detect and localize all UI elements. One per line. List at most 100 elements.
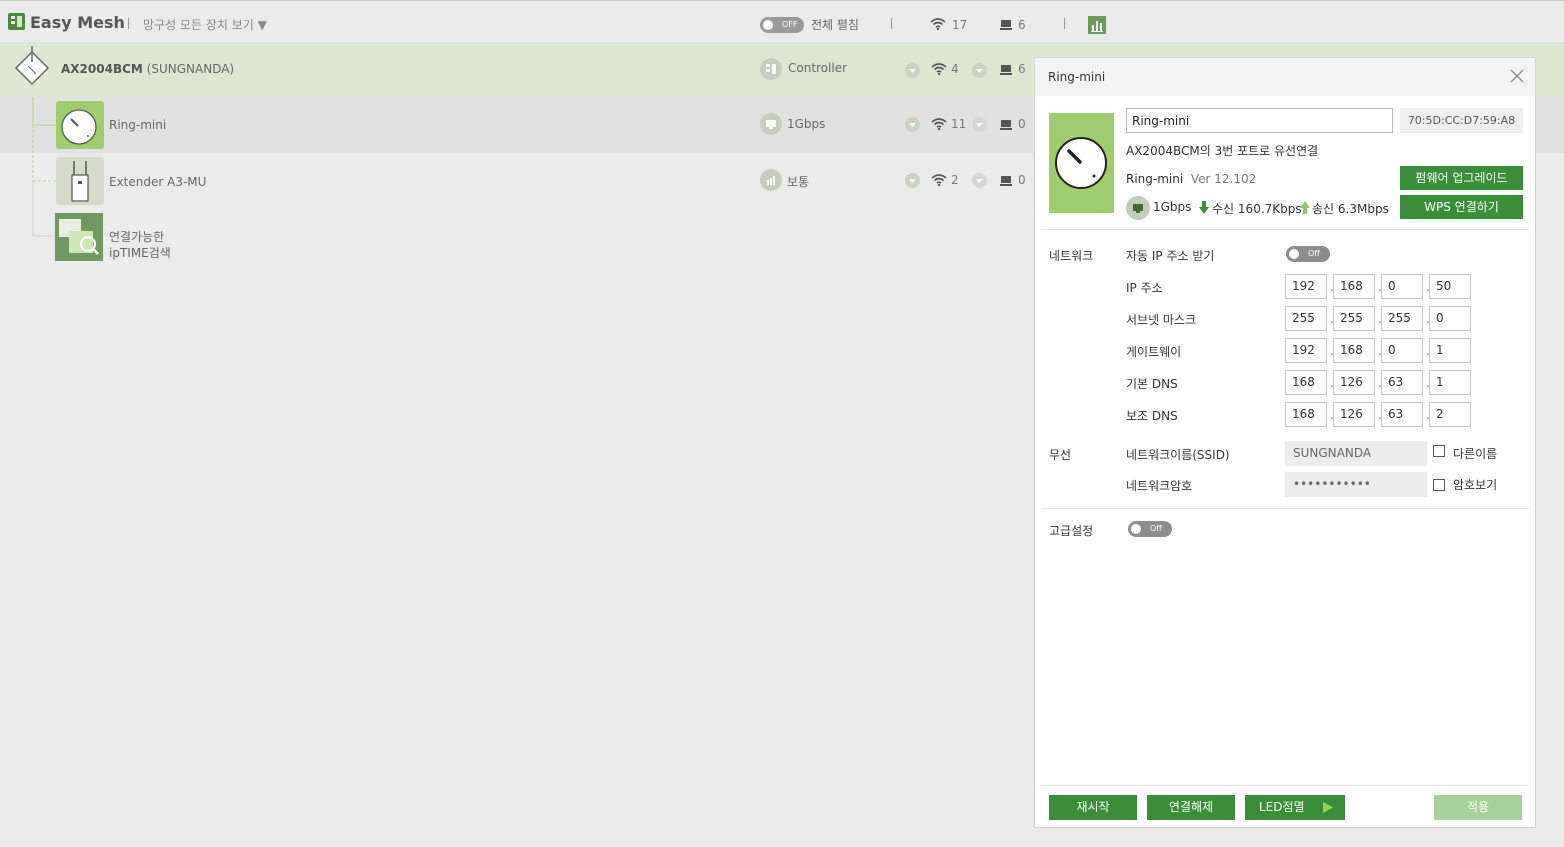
footer-divider xyxy=(1041,785,1529,786)
signal-strength-icon xyxy=(760,169,782,191)
secondary-dns-octet-3[interactable]: 63 xyxy=(1381,402,1423,427)
subnet-octet-4[interactable]: 0 xyxy=(1429,306,1471,331)
ip-address-label: IP 주소 xyxy=(1126,281,1163,295)
ring-mini-device-icon xyxy=(56,101,104,149)
top-bar: Easy Mesh 망구성 모든 장치 보기 ▼ OFF 전체 펼침 17 6 xyxy=(0,0,1564,42)
led-blink-button[interactable]: LED점멸 xyxy=(1245,795,1345,820)
primary-dns-label: 기본 DNS xyxy=(1126,377,1178,391)
rx-rate: 수신 160.7Kbps xyxy=(1212,202,1302,216)
primary-dns-octet-3[interactable]: 63 xyxy=(1381,370,1423,395)
gateway-octet-4[interactable]: 1 xyxy=(1429,338,1471,363)
gateway-label: 게이트웨이 xyxy=(1126,345,1182,359)
download-arrow-icon xyxy=(1199,201,1209,214)
wired-pc-icon xyxy=(1000,120,1012,131)
wired-pc-icon xyxy=(1000,20,1012,31)
apply-button[interactable]: 적용 xyxy=(1434,795,1522,820)
ring-mini-wired-count: 0 xyxy=(1018,117,1026,131)
subnet-octet-1[interactable]: 255 xyxy=(1285,306,1327,331)
header-divider xyxy=(1064,18,1065,29)
upload-arrow-icon xyxy=(1300,201,1310,214)
ssid-field[interactable]: SUNGNANDA xyxy=(1285,441,1427,466)
ip-octet-3[interactable]: 0 xyxy=(1381,274,1423,299)
wifi-icon xyxy=(931,173,947,186)
subnet-octet-3[interactable]: 255 xyxy=(1381,306,1423,331)
controller-ssid: (SUNGNANDA) xyxy=(146,62,235,76)
ip-octet-1[interactable]: 192 xyxy=(1285,274,1327,299)
expand-all-label: 전체 펼침 xyxy=(811,18,859,32)
search-iptime-label[interactable]: 연결가능한 ipTIME검색 xyxy=(109,229,171,261)
caret-down-icon: ▼ xyxy=(257,18,267,32)
ssid-label: 네트워크이름(SSID) xyxy=(1126,448,1230,462)
ring-mini-wifi-count: 11 xyxy=(951,117,967,131)
advanced-settings-toggle[interactable]: Off xyxy=(1128,521,1172,537)
advanced-settings-label: 고급설정 xyxy=(1049,524,1094,538)
close-icon[interactable] xyxy=(1509,68,1525,84)
secondary-dns-octet-2[interactable]: 126 xyxy=(1333,402,1375,427)
ip-octet-4[interactable]: 50 xyxy=(1429,274,1471,299)
disconnect-button[interactable]: 연결해제 xyxy=(1147,795,1235,820)
wifi-icon xyxy=(931,117,947,130)
statistics-chart-icon[interactable] xyxy=(1088,16,1106,34)
section-divider xyxy=(1041,229,1529,230)
primary-dns-octet-2[interactable]: 126 xyxy=(1333,370,1375,395)
ip-octet-2[interactable]: 168 xyxy=(1333,274,1375,299)
tx-rate: 송신 6.3Mbps xyxy=(1312,202,1389,216)
subnet-octet-2[interactable]: 255 xyxy=(1333,306,1375,331)
secondary-dns-octet-4[interactable]: 2 xyxy=(1429,402,1471,427)
device-name-input[interactable] xyxy=(1126,108,1393,133)
wired-pc-icon xyxy=(1000,176,1012,187)
extender-signal-label: 보통 xyxy=(787,175,810,189)
wifi-expand-arrow-icon[interactable] xyxy=(905,173,920,188)
search-iptime-button[interactable] xyxy=(55,213,103,261)
extender-name: Extender A3-MU xyxy=(109,175,207,189)
restart-button[interactable]: 재시작 xyxy=(1049,795,1137,820)
wifi-icon xyxy=(930,17,946,30)
wps-connect-button[interactable]: WPS 연결하기 xyxy=(1400,195,1523,219)
controller-wired-count: 6 xyxy=(1018,62,1026,76)
primary-dns-octet-4[interactable]: 1 xyxy=(1429,370,1471,395)
expand-all-toggle[interactable]: OFF xyxy=(760,17,804,33)
controller-role-icon xyxy=(760,58,782,80)
secondary-dns-label: 보조 DNS xyxy=(1126,409,1178,423)
total-wired-count: 6 xyxy=(1018,18,1026,32)
wired-expand-arrow-icon[interactable] xyxy=(972,63,987,78)
device-detail-panel: Ring-mini 70:5D:CC:D7:59:A8 AX2004BCM의 3… xyxy=(1034,57,1536,828)
ring-mini-name: Ring-mini xyxy=(109,118,167,132)
primary-dns-octet-1[interactable]: 168 xyxy=(1285,370,1327,395)
wifi-expand-arrow-icon[interactable] xyxy=(905,117,920,132)
gateway-octet-1[interactable]: 192 xyxy=(1285,338,1327,363)
section-divider xyxy=(1041,508,1529,509)
model-version-line: Ring-mini Ver 12.102 xyxy=(1126,172,1257,186)
gateway-octet-3[interactable]: 0 xyxy=(1381,338,1423,363)
firmware-upgrade-button[interactable]: 펌웨어 업그레이드 xyxy=(1400,166,1523,190)
wired-expand-arrow-icon[interactable] xyxy=(972,117,987,132)
wifi-expand-arrow-icon[interactable] xyxy=(905,63,920,78)
password-label: 네트워크암호 xyxy=(1126,479,1193,493)
wifi-icon xyxy=(931,62,947,75)
other-name-label: 다른이름 xyxy=(1453,447,1498,461)
controller-role-label: Controller xyxy=(788,61,848,75)
toggle-knob xyxy=(763,20,773,30)
wired-expand-arrow-icon[interactable] xyxy=(972,173,987,188)
wired-link-icon xyxy=(760,113,782,135)
link-speed: 1Gbps xyxy=(1153,200,1192,214)
mac-address: 70:5D:CC:D7:59:A8 xyxy=(1400,108,1523,133)
play-icon xyxy=(1323,802,1333,813)
toggle-knob xyxy=(1289,249,1299,259)
show-password-checkbox[interactable] xyxy=(1433,479,1445,491)
show-password-label: 암호보기 xyxy=(1453,478,1498,492)
secondary-dns-octet-1[interactable]: 168 xyxy=(1285,402,1327,427)
auto-ip-toggle[interactable]: Off xyxy=(1286,246,1330,262)
controller-device-name: AX2004BCM xyxy=(61,62,143,76)
wired-link-icon xyxy=(1126,196,1150,220)
auto-ip-label: 자동 IP 주소 받기 xyxy=(1126,249,1215,263)
gateway-octet-2[interactable]: 168 xyxy=(1333,338,1375,363)
view-all-devices-dropdown[interactable]: 망구성 모든 장치 보기 ▼ xyxy=(143,16,267,33)
panel-title: Ring-mini xyxy=(1048,70,1106,84)
wireless-section-label: 무선 xyxy=(1049,448,1072,462)
ring-mini-link-speed: 1Gbps xyxy=(787,117,826,131)
wired-pc-icon xyxy=(1000,65,1012,76)
other-name-checkbox[interactable] xyxy=(1433,445,1445,457)
header-divider xyxy=(891,18,892,29)
password-field[interactable]: ••••••••••• xyxy=(1285,472,1427,497)
